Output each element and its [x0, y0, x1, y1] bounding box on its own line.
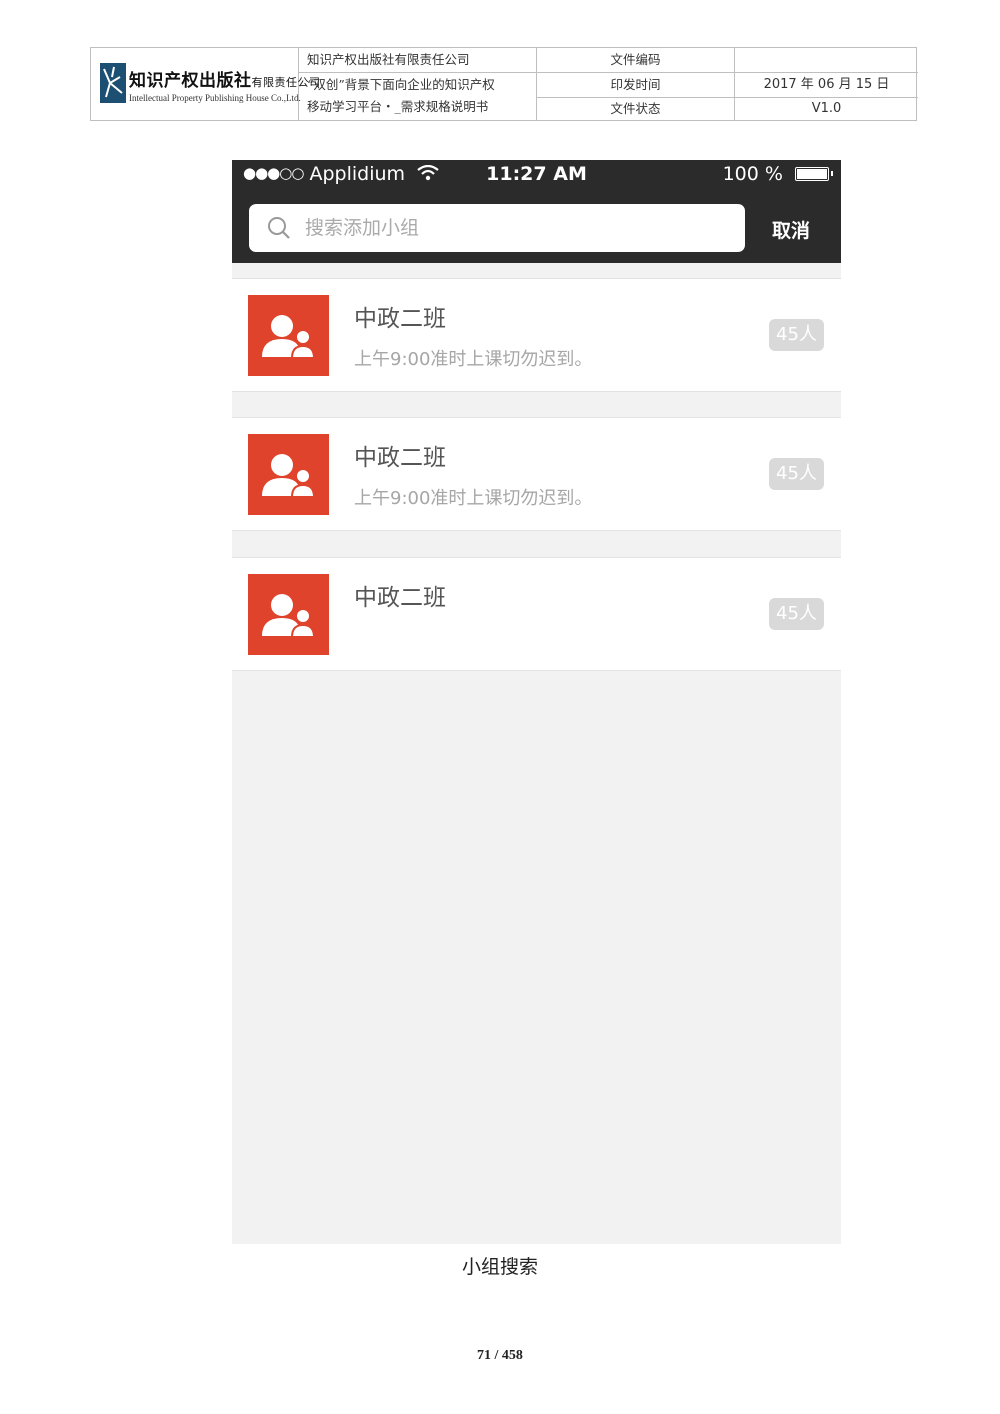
- page-number: 71 / 458: [477, 1348, 523, 1363]
- search-icon: [267, 216, 291, 244]
- value-doc-code: [735, 48, 918, 73]
- logo-text-cn: 知识产权出版社: [129, 71, 252, 91]
- logo-text-en: Intellectual Property Publishing House C…: [129, 93, 301, 103]
- value-doc-status: V1.0: [811, 101, 842, 116]
- search-box[interactable]: [249, 204, 745, 252]
- group-list-item[interactable]: 中政二班 上午9:00准时上课切勿迟到。 45人: [232, 278, 841, 392]
- group-name: 中政二班: [354, 585, 446, 611]
- document-header-table: 知识产权出版社有限责任公司 Intellectual Property Publ…: [90, 47, 918, 121]
- label-issue-date: 印发时间: [537, 73, 734, 98]
- nav-bar: ●●●○○ Applidium 11:27 AM 100 % 搜索添加小组 取消: [232, 160, 841, 263]
- group-avatar-icon: [248, 574, 329, 655]
- document-title-line2: 移动学习平台・_需求规格说明书: [307, 99, 489, 114]
- value-issue-date: 2017 年 06 月 15 日: [735, 73, 918, 98]
- member-count-badge: 45人: [769, 319, 824, 351]
- battery-icon: [795, 167, 833, 181]
- member-count-badge: 45人: [769, 598, 824, 630]
- figure-caption: 小组搜索: [461, 1256, 538, 1278]
- group-name: 中政二班: [354, 306, 446, 332]
- publisher-logo: 知识产权出版社有限责任公司 Intellectual Property Publ…: [91, 48, 320, 120]
- publisher-logo-mark: [100, 63, 126, 103]
- field-values: 2017 年 06 月 15 日 V1.0: [735, 48, 918, 120]
- group-description: 上午9:00准时上课切勿迟到。: [354, 349, 593, 370]
- label-doc-status: 文件状态: [610, 101, 661, 116]
- document-title-line1: “双创”背景下面向企业的知识产权: [307, 77, 495, 92]
- document-title-cell: 知识产权出版社有限责任公司 “双创”背景下面向企业的知识产权 移动学习平台・_需…: [299, 48, 537, 120]
- battery-percent: 100 %: [722, 163, 783, 185]
- group-list-item[interactable]: 中政二班 45人: [232, 557, 841, 671]
- search-input[interactable]: [305, 204, 725, 252]
- group-list-item[interactable]: 中政二班 上午9:00准时上课切勿迟到。 45人: [232, 417, 841, 531]
- company-name: 知识产权出版社有限责任公司: [299, 48, 536, 73]
- phone-screen: ●●●○○ Applidium 11:27 AM 100 % 搜索添加小组 取消…: [232, 160, 841, 1244]
- cancel-button[interactable]: 取消: [772, 216, 810, 243]
- status-bar: ●●●○○ Applidium 11:27 AM 100 %: [232, 160, 841, 190]
- group-avatar-icon: [248, 434, 329, 515]
- member-count-badge: 45人: [769, 458, 824, 490]
- group-name: 中政二班: [354, 445, 446, 471]
- label-doc-code: 文件编码: [537, 48, 734, 73]
- group-avatar-icon: [248, 295, 329, 376]
- group-description: 上午9:00准时上课切勿迟到。: [354, 488, 593, 509]
- field-labels: 文件编码 印发时间 文件状态: [537, 48, 735, 120]
